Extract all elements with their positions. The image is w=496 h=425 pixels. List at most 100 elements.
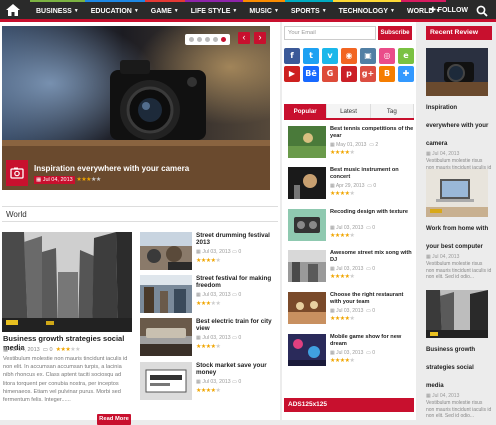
subscribe-button[interactable]: Subscribe (378, 26, 412, 40)
post-thumbnail[interactable] (288, 250, 326, 282)
nav-item-technology[interactable]: TECHNOLOGY ▼ (332, 0, 401, 22)
slider-dot[interactable] (213, 37, 218, 42)
search-icon[interactable] (476, 5, 488, 17)
facebook-icon[interactable]: f (284, 48, 300, 64)
google-icon[interactable]: G (322, 66, 338, 82)
review-date: Jul 04, 2013 (432, 151, 460, 157)
slider-dot[interactable] (205, 37, 210, 42)
list-item[interactable]: Recoding design with texture ▦ Jul 03, 2… (288, 209, 414, 247)
nav-accent-bar (332, 0, 401, 2)
post-thumbnail[interactable] (140, 232, 192, 270)
review-thumbnail[interactable] (426, 169, 488, 217)
vimeo-icon[interactable]: v (322, 48, 338, 64)
hero-date: Jul 04, 2013 (42, 177, 73, 183)
list-item[interactable]: Stock market save your money ▦ Jul 03, 2… (140, 362, 278, 402)
post-thumbnail[interactable] (288, 209, 326, 241)
delicious-icon[interactable]: ✚ (398, 66, 414, 82)
featured-post-image[interactable] (2, 232, 132, 332)
home-icon[interactable] (6, 4, 20, 16)
nav-item-education[interactable]: EDUCATION ▼ (84, 0, 145, 22)
post-thumbnail[interactable] (140, 275, 192, 313)
post-title[interactable]: Street festival for making freedom (196, 275, 276, 290)
list-item[interactable]: Inspiration everywhere with your camera … (426, 48, 492, 178)
post-thumbnail[interactable] (140, 362, 192, 400)
tab-latest[interactable]: Latest (327, 104, 371, 118)
post-thumbnail[interactable] (288, 334, 326, 366)
review-title[interactable]: Business growth strategies social media (426, 346, 475, 389)
slider-dot[interactable] (197, 37, 202, 42)
nav-accent-bar (30, 0, 85, 2)
behance-icon[interactable]: Bē (303, 66, 319, 82)
post-title[interactable]: Best electric train for city view (196, 318, 276, 333)
list-item[interactable]: Street drumming festival 2013 ▦ Jul 03, … (140, 232, 278, 272)
tab-popular[interactable]: Popular (284, 104, 328, 118)
slider-prev-button[interactable]: ‹ (238, 32, 250, 44)
follow-button[interactable]: ✚ FOLLOW (430, 0, 468, 22)
list-item[interactable]: Awesome street mix song with DJ ▦ Jul 03… (288, 250, 414, 288)
post-title[interactable]: Choose the right restaurant with your te… (330, 292, 414, 306)
post-thumbnail[interactable] (140, 318, 192, 356)
slider-dot[interactable] (189, 37, 194, 42)
nav-item-lifestyle[interactable]: LIFE STYLE ▼ (184, 0, 244, 22)
rating-stars: ★★★★★ (330, 358, 355, 364)
post-meta: ▦ Jul 03, 2013 ▭ 0 (196, 292, 241, 298)
post-title[interactable]: Mobile game show for new dream (330, 334, 414, 348)
nav-accent-bar (243, 0, 285, 2)
dribbble-icon[interactable]: ◎ (379, 48, 395, 64)
review-title[interactable]: Inspiration everywhere with your camera (426, 104, 488, 147)
nav-item-game[interactable]: GAME ▼ (144, 0, 185, 22)
caret-down-icon: ▼ (232, 8, 238, 14)
caret-down-icon: ▼ (133, 8, 139, 14)
post-date: Jul 03, 2013 (336, 350, 364, 356)
hero-slider[interactable]: ‹ › Inspiration everywhere with your cam… (2, 26, 270, 190)
nav-item-business[interactable]: BUSINESS ▼ (30, 0, 85, 22)
nav-label: EDUCATION (90, 8, 132, 15)
post-title[interactable]: Best music instrument on concert (330, 167, 414, 181)
post-title[interactable]: Awesome street mix song with DJ (330, 250, 414, 264)
post-thumbnail[interactable] (288, 126, 326, 158)
list-item[interactable]: Work from home with your best computer ▦… (426, 169, 492, 281)
post-date: Jul 03, 2013 (202, 335, 231, 341)
post-date: Jul 04, 2013 (9, 347, 40, 353)
rss-icon[interactable]: ◉ (341, 48, 357, 64)
evernote-icon[interactable]: e (398, 48, 414, 64)
rating-stars: ★★★★★ (196, 301, 221, 307)
top-nav-bar: BUSINESS ▼ EDUCATION ▼ GAME ▼ LIFE STYLE ▼ M… (0, 0, 496, 22)
post-title[interactable]: Street drumming festival 2013 (196, 232, 276, 247)
list-item[interactable]: Mobile game show for new dream ▦ Jul 03,… (288, 334, 414, 372)
googleplus-icon[interactable]: g+ (360, 66, 376, 82)
nav-label: LIFE STYLE (190, 8, 231, 15)
post-title[interactable]: Recoding design with texture (330, 209, 414, 216)
review-title[interactable]: Work from home with your best computer (426, 225, 488, 250)
nav-item-music[interactable]: MUSIC ▼ (243, 0, 285, 22)
recent-review-heading: Recent Review (426, 26, 492, 40)
slider-next-button[interactable]: › (254, 32, 266, 44)
post-meta: ▦ Jul 03, 2013 ▭ 0 (330, 308, 375, 314)
slider-dot[interactable] (221, 37, 226, 42)
list-item[interactable]: Choose the right restaurant with your te… (288, 292, 414, 330)
review-thumbnail[interactable] (426, 48, 488, 96)
nav-item-sports[interactable]: SPORTS ▼ (284, 0, 333, 22)
list-item[interactable]: Best electric train for city view ▦ Jul … (140, 318, 278, 358)
pinterest-icon[interactable]: p (341, 66, 357, 82)
list-item[interactable]: Business growth strategies social media … (426, 290, 492, 420)
review-thumbnail[interactable] (426, 290, 488, 338)
post-thumbnail[interactable] (288, 292, 326, 324)
youtube-icon[interactable]: ▶ (284, 66, 300, 82)
blogger-icon[interactable]: B (379, 66, 395, 82)
post-title[interactable]: Stock market save your money (196, 362, 276, 377)
post-title[interactable]: Best tennis competitions of the year (330, 126, 414, 140)
section-title: World (6, 210, 27, 219)
caret-down-icon: ▼ (321, 8, 327, 14)
hero-title-link[interactable]: Inspiration everywhere with your camera (34, 164, 189, 173)
plus-icon: ✚ (429, 7, 438, 14)
list-item[interactable]: Best tennis competitions of the year ▦ M… (288, 126, 414, 164)
list-item[interactable]: Best music instrument on concert ▦ Apr 2… (288, 167, 414, 205)
tab-tag[interactable]: Tag (370, 104, 414, 118)
instagram-icon[interactable]: ▣ (360, 48, 376, 64)
twitter-icon[interactable]: t (303, 48, 319, 64)
email-field[interactable]: Your Email (284, 26, 376, 40)
post-thumbnail[interactable] (288, 167, 326, 199)
list-item[interactable]: Street festival for making freedom ▦ Jul… (140, 275, 278, 315)
post-meta: ▦ Jul 03, 2013 ▭ 0 (196, 249, 241, 255)
